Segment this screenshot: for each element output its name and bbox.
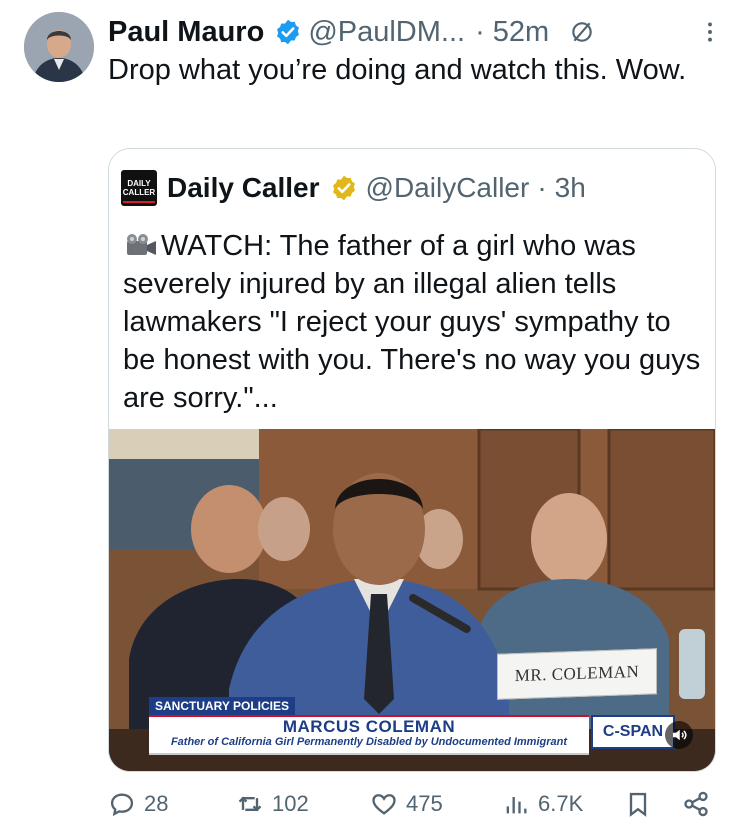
author-name[interactable]: Paul Mauro [108,16,264,49]
daily-caller-logo[interactable]: DAILY CALLER [121,170,157,206]
ticker-tag: SANCTUARY POLICIES [149,697,296,715]
movie-camera-emoji-icon [127,234,156,255]
repost-icon [238,796,262,812]
quoted-author-handle[interactable]: @DailyCaller [366,172,530,204]
reply-count: 28 [144,791,169,816]
views-count: 6.7K [538,791,584,816]
heart-icon [372,794,396,815]
tweet-action-bar: 28 102 475 6.7K [108,786,718,822]
views-chart-icon [506,797,527,814]
bookmark-button[interactable] [624,790,652,818]
quoted-header-separator: · [537,172,547,203]
verified-badge-icon [277,19,300,45]
logo-text-line1: DAILY [127,179,151,188]
tweet-time[interactable]: 52m [493,16,549,49]
like-count: 475 [406,791,443,816]
author-avatar[interactable] [24,12,94,82]
author-handle[interactable]: @PaulDM... [308,16,465,49]
lower-third-banner: MARCUS COLEMAN Father of California Girl… [149,715,589,755]
grok-icon[interactable] [569,19,595,45]
speaker-icon [673,729,687,741]
quoted-tweet-text-block: WATCH: The father of a girl who was seve… [123,227,708,417]
more-options-icon[interactable] [697,19,723,45]
lower-third-subtitle: Father of California Girl Permanently Di… [170,736,568,748]
quoted-author-name[interactable]: Daily Caller [167,172,320,204]
tweet-header: Paul Mauro @PaulDM... · 52m [108,12,723,52]
verified-org-badge-icon [332,175,355,201]
quoted-tweet-card[interactable]: DAILY CALLER Daily Caller @DailyCaller ·… [108,148,716,772]
share-icon [684,791,708,817]
share-button[interactable] [682,790,710,818]
like-button[interactable]: 475 [370,790,443,818]
quoted-tweet-text: WATCH: The father of a girl who was seve… [123,230,701,414]
bookmark-icon [629,792,647,817]
logo-text-line2: CALLER [122,188,156,197]
views-button[interactable]: 6.7K [502,790,583,818]
volume-button[interactable] [665,721,693,749]
witness-nameplate: MR. COLEMAN [497,648,657,700]
quoted-tweet-header: DAILY CALLER Daily Caller @DailyCaller ·… [121,169,705,207]
tweet-text: Drop what you’re doing and watch this. W… [108,54,687,86]
reply-button[interactable]: 28 [108,790,168,818]
reply-icon [110,793,134,817]
repost-button[interactable]: 102 [236,790,309,818]
quoted-tweet-time[interactable]: 3h [555,172,586,204]
cspan-logo: C-SPAN [591,715,675,749]
video-player[interactable]: MR. COLEMAN SANCTUARY POLICIES MARCUS CO… [109,429,715,771]
header-separator: · [475,15,485,48]
lower-third-name: MARCUS COLEMAN [282,717,456,736]
repost-count: 102 [272,791,309,816]
